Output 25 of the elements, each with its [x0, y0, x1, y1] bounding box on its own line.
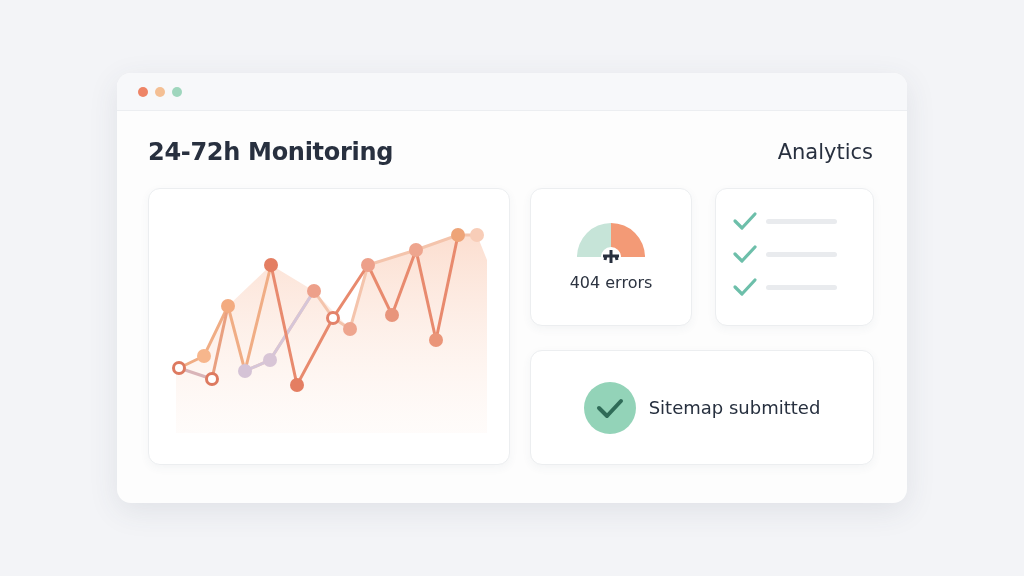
- maximize-dot-icon[interactable]: [172, 86, 182, 97]
- chart-point: [172, 361, 186, 375]
- chart-point: [343, 322, 357, 336]
- close-dot-icon[interactable]: [138, 86, 148, 97]
- chart-point: [197, 349, 211, 363]
- window-title: 24-72h Monitoring: [148, 138, 394, 166]
- minimize-dot-icon[interactable]: [155, 86, 165, 97]
- chart-point: [307, 284, 321, 298]
- chart-point: [470, 228, 484, 242]
- gauge-icon: [575, 223, 647, 263]
- chart-point: [326, 311, 340, 325]
- chart-point: [263, 353, 277, 367]
- chart-point: [429, 333, 443, 347]
- chart-point: [409, 243, 423, 257]
- chart-point: [385, 308, 399, 322]
- status-label: Sitemap submitted: [648, 397, 821, 418]
- chart-point: [205, 372, 219, 386]
- chart-point: [361, 258, 375, 272]
- section-title: Analytics: [777, 140, 873, 164]
- chart-point: [451, 228, 465, 242]
- chart-point: [290, 378, 304, 392]
- chart-point: [238, 364, 252, 378]
- errors-label: 404 errors: [569, 273, 653, 292]
- chart-point: [264, 258, 278, 272]
- chart-point: [221, 299, 235, 313]
